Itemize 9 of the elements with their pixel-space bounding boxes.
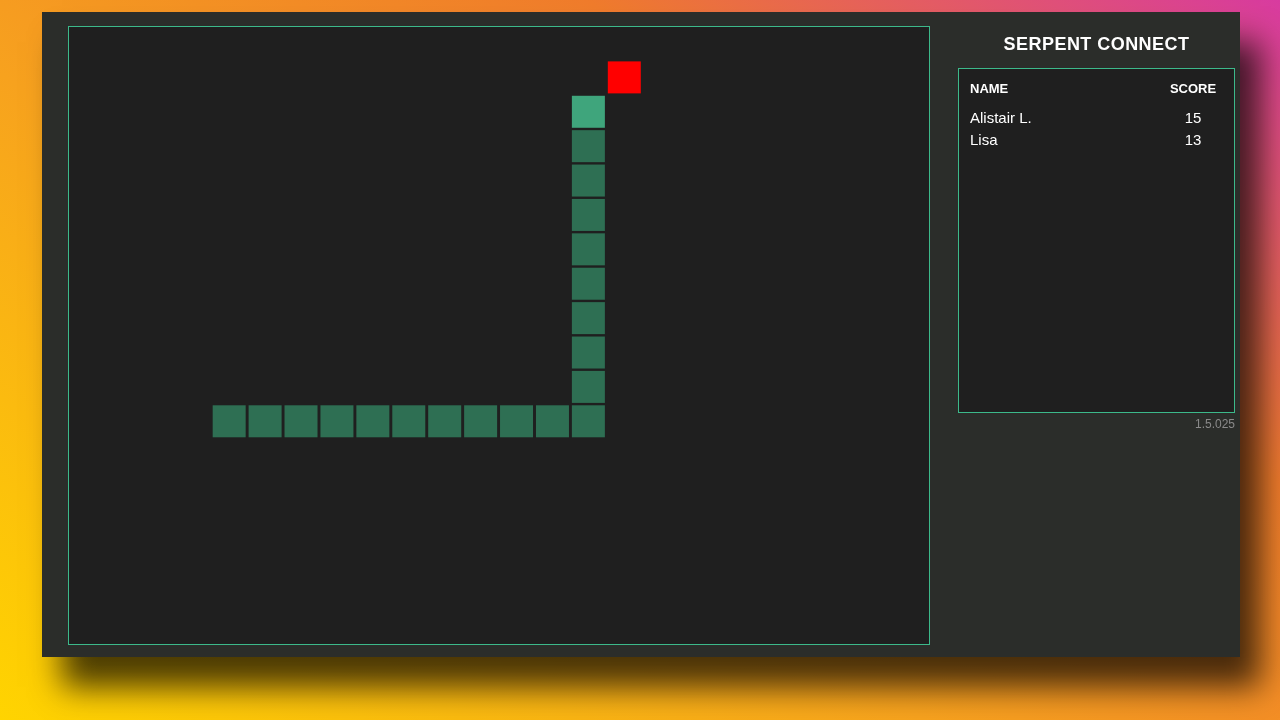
- player-name: Lisa: [970, 129, 999, 150]
- column-header: SCORE: [1168, 80, 1218, 98]
- column-header: NAME: [970, 80, 1010, 98]
- version-label: 1.5.025: [1194, 416, 1235, 433]
- player-score: 15: [1183, 107, 1203, 128]
- game-title: SERPENT CONNECT: [1002, 33, 1191, 56]
- food-block: [607, 61, 641, 94]
- player-name: Alistair L.: [970, 107, 1033, 128]
- player-score: 13: [1183, 129, 1203, 150]
